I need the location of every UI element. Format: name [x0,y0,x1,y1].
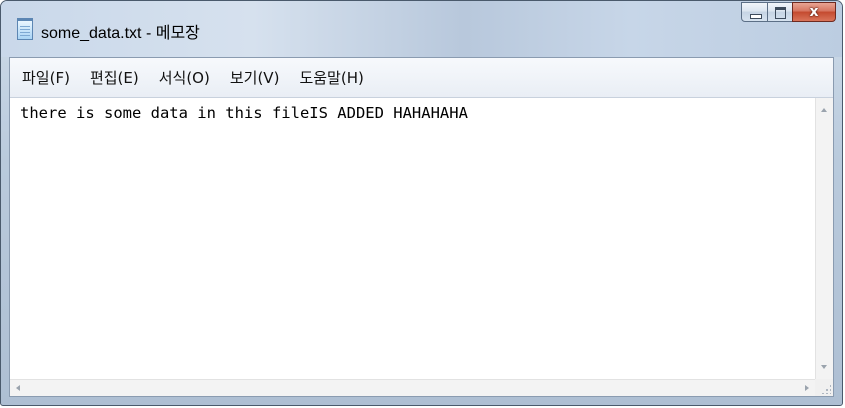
title-bar[interactable]: some_data.txt - 메모장 x [1,1,842,57]
resize-grip-icon [821,384,831,394]
scroll-left-arrow-icon[interactable] [16,385,20,391]
menu-edit[interactable]: 편집(E) [90,67,139,88]
scroll-right-arrow-icon[interactable] [805,385,809,391]
menu-bar: 파일(F) 편집(E) 서식(O) 보기(V) 도움말(H) [10,58,833,98]
maximize-icon [775,7,786,19]
editor-content[interactable]: there is some data in this fileIS ADDED … [20,104,468,122]
menu-view[interactable]: 보기(V) [230,67,280,88]
caption-buttons: x [741,2,836,24]
menu-file[interactable]: 파일(F) [22,67,70,88]
size-grip[interactable] [815,379,833,396]
close-button[interactable]: x [792,2,836,22]
vertical-scrollbar[interactable] [815,98,833,379]
maximize-button[interactable] [767,2,793,22]
minimize-button[interactable] [741,2,768,22]
menu-format[interactable]: 서식(O) [159,67,210,88]
notepad-window: some_data.txt - 메모장 x 파일(F) 편집(E) 서식(O) … [0,0,843,406]
window-title: some_data.txt - 메모장 [41,25,200,42]
scroll-up-arrow-icon[interactable] [821,108,827,112]
close-icon: x [809,4,819,20]
horizontal-scrollbar[interactable] [10,379,815,396]
client-area: 파일(F) 편집(E) 서식(O) 보기(V) 도움말(H) there is … [9,57,834,397]
scroll-down-arrow-icon[interactable] [821,365,827,369]
minimize-icon [750,14,762,19]
menu-help[interactable]: 도움말(H) [299,67,363,88]
text-editor[interactable]: there is some data in this fileIS ADDED … [10,98,815,379]
notepad-icon[interactable] [17,18,33,40]
